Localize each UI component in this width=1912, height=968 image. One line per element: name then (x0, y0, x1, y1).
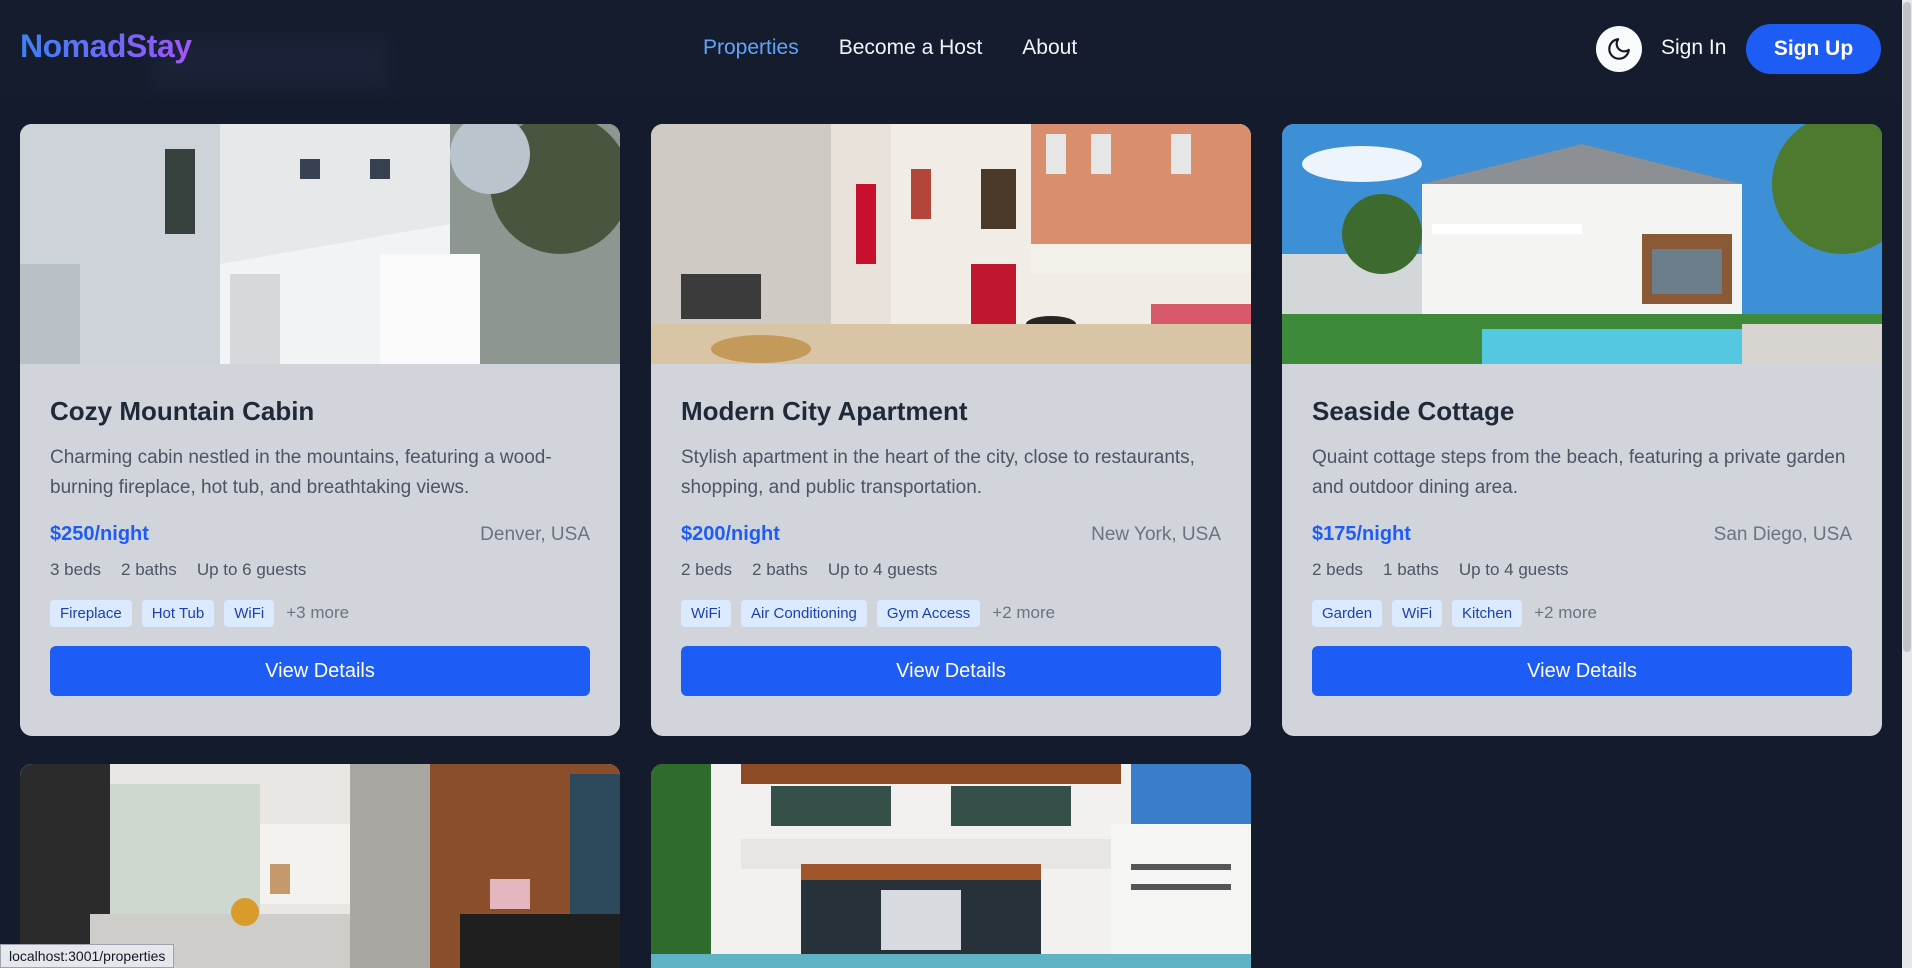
property-title: Cozy Mountain Cabin (50, 396, 315, 426)
nav-link-about[interactable]: About (1022, 36, 1077, 60)
property-image[interactable] (20, 764, 620, 968)
property-price: $200/night (681, 523, 780, 545)
card-body: Seaside Cottage Quaint cottage steps fro… (1282, 364, 1882, 736)
property-image[interactable] (651, 124, 1251, 364)
beds-count: 2 beds (681, 560, 733, 579)
more-amenities: +2 more (992, 603, 1056, 622)
amenity-tag: WiFi (681, 599, 731, 627)
sign-up-button[interactable]: Sign Up (1746, 24, 1881, 74)
beds-count: 3 beds (50, 560, 102, 579)
brand-logo[interactable]: NomadStay (20, 28, 192, 65)
baths-count: 2 baths (752, 560, 808, 579)
sign-in-link[interactable]: Sign In (1661, 36, 1726, 60)
view-details-button[interactable]: View Details (681, 646, 1221, 696)
guests-count: Up to 4 guests (827, 560, 938, 579)
guests-count: Up to 4 guests (1458, 560, 1569, 579)
property-card[interactable] (20, 764, 620, 968)
more-amenities: +3 more (286, 603, 350, 622)
amenity-tag: Kitchen (1452, 599, 1523, 627)
view-details-button[interactable]: View Details (1312, 646, 1852, 696)
beds-count: 2 beds (1312, 560, 1364, 579)
amenity-tag: Gym Access (876, 599, 981, 627)
nav-link-become-host[interactable]: Become a Host (839, 36, 983, 60)
amenity-tag: Hot Tub (141, 599, 215, 627)
amenity-tag: WiFi (1392, 599, 1443, 627)
more-amenities: +2 more (1534, 603, 1597, 622)
property-specs: 3 beds 2 baths Up to 6 guests (50, 560, 590, 580)
property-image[interactable] (20, 124, 620, 364)
amenity-tags: Fireplace Hot Tub WiFi +3 more (50, 598, 590, 628)
theme-toggle-button[interactable] (1596, 26, 1642, 72)
amenity-tag: Fireplace (50, 599, 132, 627)
property-location: New York, USA (1091, 523, 1221, 545)
nav-link-properties[interactable]: Properties (703, 36, 799, 60)
guests-count: Up to 6 guests (196, 560, 307, 579)
page-scrollbar[interactable] (1902, 0, 1912, 968)
moon-icon (1608, 38, 1630, 60)
card-body: Modern City Apartment Stylish apartment … (651, 364, 1251, 736)
view-details-button[interactable]: View Details (50, 646, 590, 696)
property-image[interactable] (651, 764, 1251, 968)
browser-status-url: localhost:3001/properties (0, 944, 175, 968)
property-specs: 2 beds 2 baths Up to 4 guests (681, 560, 1221, 580)
baths-count: 2 baths (121, 560, 177, 579)
property-price: $175/night (1312, 523, 1411, 545)
amenity-tags: WiFi Air Conditioning Gym Access +2 more (681, 598, 1221, 628)
property-price: $250/night (50, 523, 149, 545)
scrollbar-thumb[interactable] (1903, 2, 1911, 652)
property-title: Seaside Cottage (1312, 396, 1515, 426)
property-description: Quaint cottage steps from the beach, fea… (1312, 447, 1846, 498)
property-description: Charming cabin nestled in the mountains,… (50, 447, 552, 498)
property-location: San Diego, USA (1713, 523, 1852, 545)
property-card[interactable]: Seaside Cottage Quaint cottage steps fro… (1282, 124, 1882, 736)
baths-count: 1 baths (1383, 560, 1439, 579)
property-title: Modern City Apartment (681, 396, 968, 426)
property-location: Denver, USA (480, 523, 590, 545)
property-image[interactable] (1282, 124, 1882, 364)
amenity-tag: WiFi (224, 599, 275, 627)
property-card[interactable]: Modern City Apartment Stylish apartment … (651, 124, 1251, 736)
amenity-tags: Garden WiFi Kitchen +2 more (1312, 598, 1852, 628)
card-body: Cozy Mountain Cabin Charming cabin nestl… (20, 364, 620, 736)
navbar: NomadStay Properties Become a Host About… (0, 0, 1912, 98)
property-description: Stylish apartment in the heart of the ci… (681, 447, 1195, 498)
property-card[interactable] (651, 764, 1251, 968)
nav-links: Properties Become a Host About (703, 36, 1077, 60)
property-card[interactable]: Cozy Mountain Cabin Charming cabin nestl… (20, 124, 620, 736)
amenity-tag: Garden (1312, 599, 1383, 627)
property-specs: 2 beds 1 baths Up to 4 guests (1312, 560, 1852, 580)
amenity-tag: Air Conditioning (741, 599, 867, 627)
